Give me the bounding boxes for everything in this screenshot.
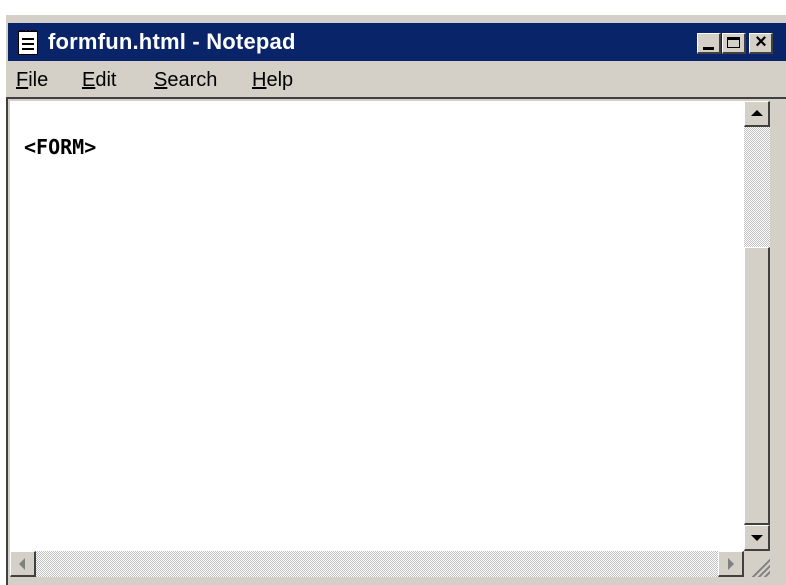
close-button[interactable]: × bbox=[749, 31, 773, 54]
maximize-icon bbox=[727, 37, 740, 48]
title-bar[interactable]: formfun.html - Notepad × bbox=[8, 23, 786, 61]
menu-search[interactable]: Search bbox=[154, 69, 217, 92]
vertical-scrollbar[interactable] bbox=[744, 101, 770, 551]
scroll-left-button[interactable] bbox=[10, 551, 36, 577]
menu-bar: File Edit Search Help bbox=[8, 65, 786, 95]
scroll-up-button[interactable] bbox=[744, 101, 770, 127]
notepad-window: formfun.html - Notepad × File Edit Searc… bbox=[6, 15, 786, 585]
vertical-scroll-thumb[interactable] bbox=[744, 247, 770, 525]
menu-help[interactable]: Help bbox=[252, 69, 293, 92]
resize-grip-icon[interactable] bbox=[744, 551, 770, 577]
arrow-down-icon bbox=[751, 535, 763, 541]
editor-frame: <FORM> bbox=[6, 97, 786, 585]
minimize-icon bbox=[703, 47, 714, 50]
maximize-button[interactable] bbox=[722, 33, 746, 54]
close-icon: × bbox=[755, 31, 767, 53]
menu-edit[interactable]: Edit bbox=[82, 69, 116, 92]
menu-file[interactable]: File bbox=[16, 69, 48, 92]
scroll-down-button[interactable] bbox=[744, 525, 770, 551]
text-editor[interactable]: <FORM> bbox=[10, 101, 744, 551]
arrow-left-icon bbox=[19, 558, 25, 570]
arrow-up-icon bbox=[751, 110, 763, 116]
minimize-button[interactable] bbox=[697, 33, 721, 54]
window-title: formfun.html - Notepad bbox=[48, 29, 296, 54]
scroll-right-button[interactable] bbox=[718, 551, 744, 577]
horizontal-scrollbar[interactable] bbox=[10, 551, 744, 577]
notepad-app-icon[interactable] bbox=[18, 30, 38, 55]
editor-content: <FORM> bbox=[24, 135, 97, 159]
arrow-right-icon bbox=[728, 558, 734, 570]
